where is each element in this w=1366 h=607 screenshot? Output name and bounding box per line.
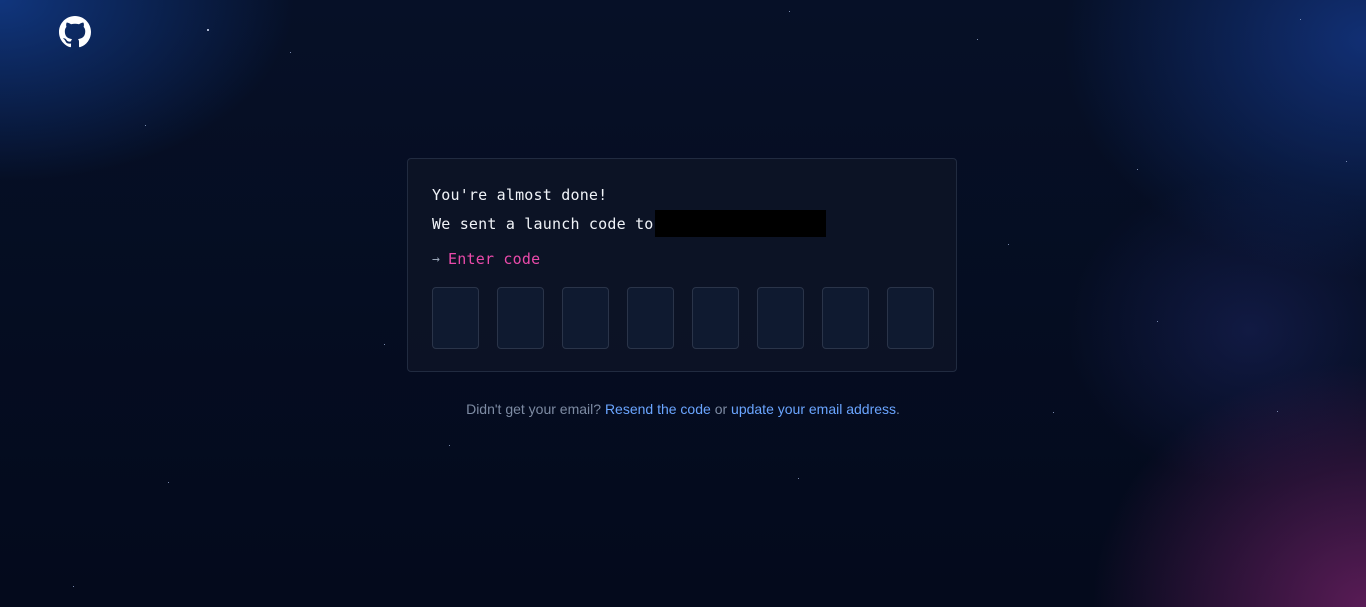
redacted-email bbox=[654, 210, 826, 237]
star bbox=[798, 478, 799, 479]
footer-help-text: Didn't get your email? Resend the code o… bbox=[0, 401, 1366, 417]
footer-or: or bbox=[714, 401, 728, 417]
star bbox=[145, 125, 146, 126]
sent-text: We sent a launch code to bbox=[432, 214, 654, 233]
code-digit-input-3[interactable] bbox=[562, 287, 609, 349]
footer-period: . bbox=[896, 401, 900, 417]
update-email-link[interactable]: update your email address bbox=[731, 401, 896, 417]
arrow-right-icon: → bbox=[432, 251, 441, 267]
code-digit-input-8[interactable] bbox=[887, 287, 934, 349]
code-digit-input-2[interactable] bbox=[497, 287, 544, 349]
code-digit-input-5[interactable] bbox=[692, 287, 739, 349]
code-digit-input-1[interactable] bbox=[432, 287, 479, 349]
footer-question: Didn't get your email? bbox=[466, 401, 602, 417]
star bbox=[384, 344, 385, 345]
code-digit-input-7[interactable] bbox=[822, 287, 869, 349]
star bbox=[977, 39, 978, 40]
code-digit-input-6[interactable] bbox=[757, 287, 804, 349]
card-heading: You're almost done! bbox=[432, 186, 608, 204]
star bbox=[1157, 321, 1158, 322]
star bbox=[207, 29, 209, 31]
star bbox=[290, 52, 291, 53]
star bbox=[168, 482, 169, 483]
resend-code-link[interactable]: Resend the code bbox=[605, 401, 711, 417]
code-digit-input-4[interactable] bbox=[627, 287, 674, 349]
sent-line: We sent a launch code to bbox=[432, 210, 826, 237]
star bbox=[449, 445, 450, 446]
enter-code-label: Enter code bbox=[448, 250, 541, 268]
star bbox=[1008, 244, 1009, 245]
code-input-group bbox=[432, 287, 934, 349]
verification-card: You're almost done! We sent a launch cod… bbox=[407, 158, 957, 372]
github-logo-icon[interactable] bbox=[59, 16, 91, 48]
enter-code-prompt: → Enter code bbox=[432, 250, 540, 268]
star bbox=[1137, 169, 1138, 170]
star bbox=[73, 586, 74, 587]
star bbox=[1346, 161, 1347, 162]
star bbox=[789, 11, 790, 12]
star bbox=[1300, 19, 1301, 20]
